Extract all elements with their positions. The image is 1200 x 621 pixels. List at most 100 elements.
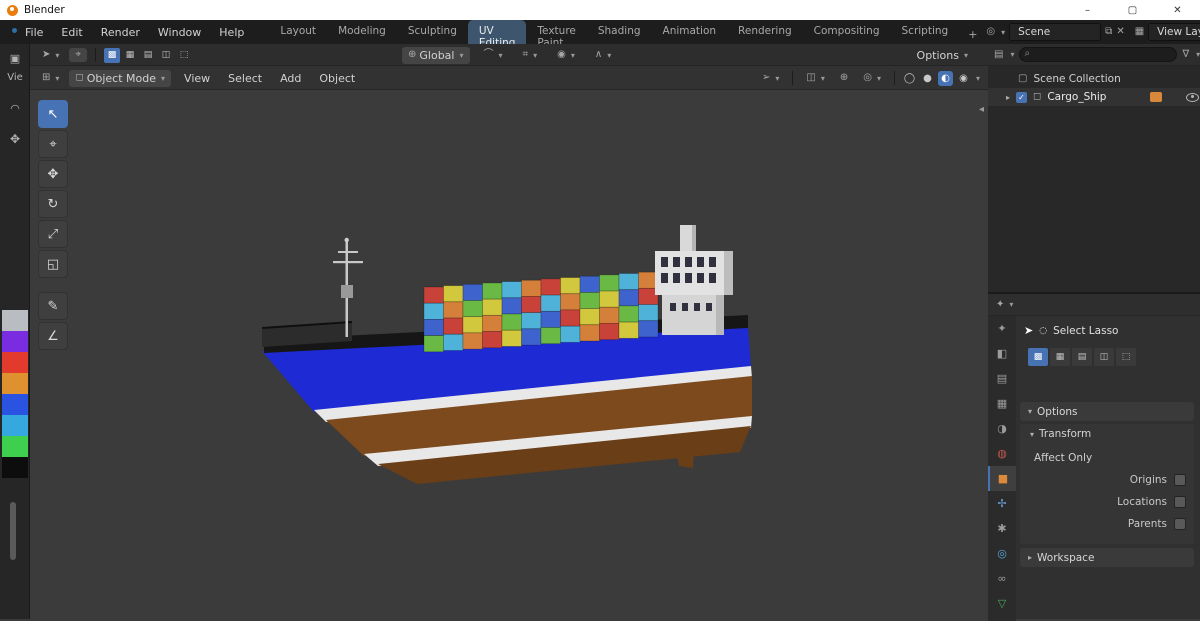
select-mode-invert-icon[interactable]: ◫ <box>158 48 174 63</box>
lasso-mode-intersect-icon[interactable]: ⬚ <box>1116 348 1136 366</box>
palette-swatch-1[interactable] <box>2 331 28 352</box>
gizmos-toggle[interactable]: ⊕ <box>834 71 854 85</box>
data-properties-tab-icon[interactable]: ▽ <box>988 591 1016 616</box>
view-layer-properties-tab-icon[interactable]: ▦ <box>988 391 1016 416</box>
falloff-dropdown[interactable]: ∧ ▾ <box>589 48 617 62</box>
strip-view-menu[interactable]: Vie <box>0 72 30 83</box>
outliner-editor-type-icon[interactable]: ▤ <box>994 49 1003 60</box>
tab-shading[interactable]: Shading <box>587 20 652 44</box>
view-layer-selector[interactable]: View Layer <box>1148 23 1200 41</box>
scene-selector[interactable]: Scene <box>1009 23 1102 41</box>
output-properties-tab-icon[interactable]: ▤ <box>988 366 1016 391</box>
viewport-menu-add[interactable]: Add <box>271 69 310 88</box>
tab-layout[interactable]: Layout <box>269 20 327 44</box>
palette-swatch-0[interactable] <box>2 310 28 331</box>
lasso-mode-subtract-icon[interactable]: ▤ <box>1072 348 1092 366</box>
cursor-tool-button[interactable]: ⌖ <box>69 48 88 62</box>
scene-properties-tab-icon[interactable]: ◑ <box>988 416 1016 441</box>
world-properties-tab-icon[interactable]: ◍ <box>988 441 1016 466</box>
minimize-icon[interactable]: – <box>1065 0 1110 20</box>
maximize-icon[interactable]: ▢ <box>1110 0 1155 20</box>
image-editor-type-icon[interactable]: ▣ <box>0 52 30 65</box>
menu-edit[interactable]: Edit <box>52 23 91 42</box>
properties-editor-type-icon[interactable]: ✦ <box>996 299 1004 310</box>
hide-eye-icon[interactable] <box>1186 92 1200 102</box>
shading-material-icon[interactable]: ◐ <box>937 70 953 86</box>
particles-properties-tab-icon[interactable]: ✱ <box>988 516 1016 541</box>
locations-checkbox[interactable] <box>1174 496 1186 508</box>
strip-zoom-icon[interactable]: ◠ <box>0 102 30 115</box>
viewport-3d[interactable]: ↖ ⌖ ✥ ↻ ⤢ ◱ ✎ ∠ ◂ <box>30 90 988 619</box>
menu-render[interactable]: Render <box>92 23 149 42</box>
options-section-header[interactable]: ▾ Options <box>1020 402 1194 421</box>
select-tool-icon[interactable]: ↖ <box>38 100 68 128</box>
tab-uv-editing[interactable]: UV Editing <box>467 20 527 49</box>
parents-checkbox[interactable] <box>1174 518 1186 530</box>
select-mode-new-icon[interactable]: ▩ <box>104 47 121 63</box>
lasso-mode-invert-icon[interactable]: ◫ <box>1094 348 1114 366</box>
sidebar-toggle-icon[interactable]: ◂ <box>979 104 984 115</box>
palette-swatch-6[interactable] <box>2 436 28 457</box>
xray-dropdown[interactable]: ◫ ▾ <box>800 71 830 85</box>
move-tool-icon[interactable]: ✥ <box>38 160 68 188</box>
constraints-properties-tab-icon[interactable]: ∞ <box>988 566 1016 591</box>
lasso-mode-extend-icon[interactable]: ▦ <box>1050 348 1070 366</box>
tab-texture-paint[interactable]: Texture Paint <box>526 20 586 49</box>
unlink-scene-icon[interactable]: ✕ <box>1116 27 1124 37</box>
shading-solid-icon[interactable]: ● <box>920 71 935 86</box>
tool-properties-tab-icon[interactable]: ✦ <box>988 316 1016 341</box>
palette-swatch-3[interactable] <box>2 373 28 394</box>
lasso-mode-new-icon[interactable]: ▩ <box>1028 348 1048 366</box>
viewport-menu-view[interactable]: View <box>175 69 219 88</box>
mode-dropdown[interactable]: ◻ Object Mode ▾ <box>69 69 172 87</box>
tab-rendering[interactable]: Rendering <box>727 20 803 44</box>
cursor-tool-icon[interactable]: ⌖ <box>38 130 68 158</box>
options-dropdown[interactable]: Options ▾ <box>911 47 974 64</box>
active-tool-dropdown[interactable]: ➤ ▾ <box>36 48 65 62</box>
transform-tool-icon[interactable]: ◱ <box>38 250 68 278</box>
rotate-tool-icon[interactable]: ↻ <box>38 190 68 218</box>
view-layer-browse-icon[interactable]: ▦ <box>1135 27 1144 37</box>
scene-browse-icon[interactable]: ◎ <box>986 27 995 37</box>
viewport-menu-select[interactable]: Select <box>219 69 271 88</box>
workspace-section-header[interactable]: ▸ Workspace <box>1020 548 1194 567</box>
tab-compositing[interactable]: Compositing <box>803 20 891 44</box>
new-scene-icon[interactable]: ⧉ <box>1105 27 1112 37</box>
pan-hand-icon[interactable]: ✥ <box>0 132 30 146</box>
transform-header[interactable]: ▾ Transform <box>1030 428 1091 440</box>
annotate-tool-icon[interactable]: ✎ <box>38 292 68 320</box>
shading-dropdown-icon[interactable]: ▾ <box>976 74 980 83</box>
add-workspace-button[interactable]: + <box>959 23 986 41</box>
palette-swatch-5[interactable] <box>2 415 28 436</box>
menu-window[interactable]: Window <box>149 23 210 42</box>
select-mode-subtract-icon[interactable]: ▤ <box>140 48 156 63</box>
outliner-search-input[interactable] <box>1019 47 1178 62</box>
object-visibility-dropdown[interactable]: ➢ ▾ <box>756 71 785 85</box>
origins-checkbox[interactable] <box>1174 474 1186 486</box>
menu-help[interactable]: Help <box>210 23 253 42</box>
orientation-dropdown[interactable]: ⊕ Global ▾ <box>402 46 470 64</box>
object-properties-tab-icon[interactable]: ■ <box>988 466 1016 491</box>
strip-scrollbar[interactable] <box>10 502 16 560</box>
select-mode-intersect-icon[interactable]: ⬚ <box>176 48 192 63</box>
shading-rendered-icon[interactable]: ◉ <box>956 71 971 86</box>
physics-properties-tab-icon[interactable]: ◎ <box>988 541 1016 566</box>
close-icon[interactable]: ✕ <box>1155 0 1200 20</box>
editor-type-dropdown[interactable]: ⊞ ▾ <box>36 71 65 85</box>
tab-animation[interactable]: Animation <box>652 20 728 44</box>
palette-swatch-7[interactable] <box>2 457 28 478</box>
outliner-row-collection[interactable]: ▢ Scene Collection <box>988 70 1200 88</box>
select-mode-extend-icon[interactable]: ▦ <box>122 48 138 63</box>
snap-target-dropdown[interactable]: ⌗ ▾ <box>517 48 544 62</box>
shading-wireframe-icon[interactable]: ◯ <box>902 71 917 86</box>
render-properties-tab-icon[interactable]: ◧ <box>988 341 1016 366</box>
filter-icon[interactable]: ∇ <box>1182 49 1189 60</box>
proportional-edit-toggle[interactable]: ◉ ▾ <box>551 48 581 62</box>
menu-file[interactable]: File <box>16 23 52 42</box>
snap-toggle[interactable]: ⌒ ▾ <box>478 48 509 62</box>
modifiers-properties-tab-icon[interactable]: ✢ <box>988 491 1016 516</box>
overlays-dropdown[interactable]: ◎ ▾ <box>857 71 887 85</box>
outliner-row-object[interactable]: ▸ ✓ ◻ Cargo_Ship <box>988 88 1200 106</box>
measure-tool-icon[interactable]: ∠ <box>38 322 68 350</box>
viewport-menu-object[interactable]: Object <box>310 69 364 88</box>
